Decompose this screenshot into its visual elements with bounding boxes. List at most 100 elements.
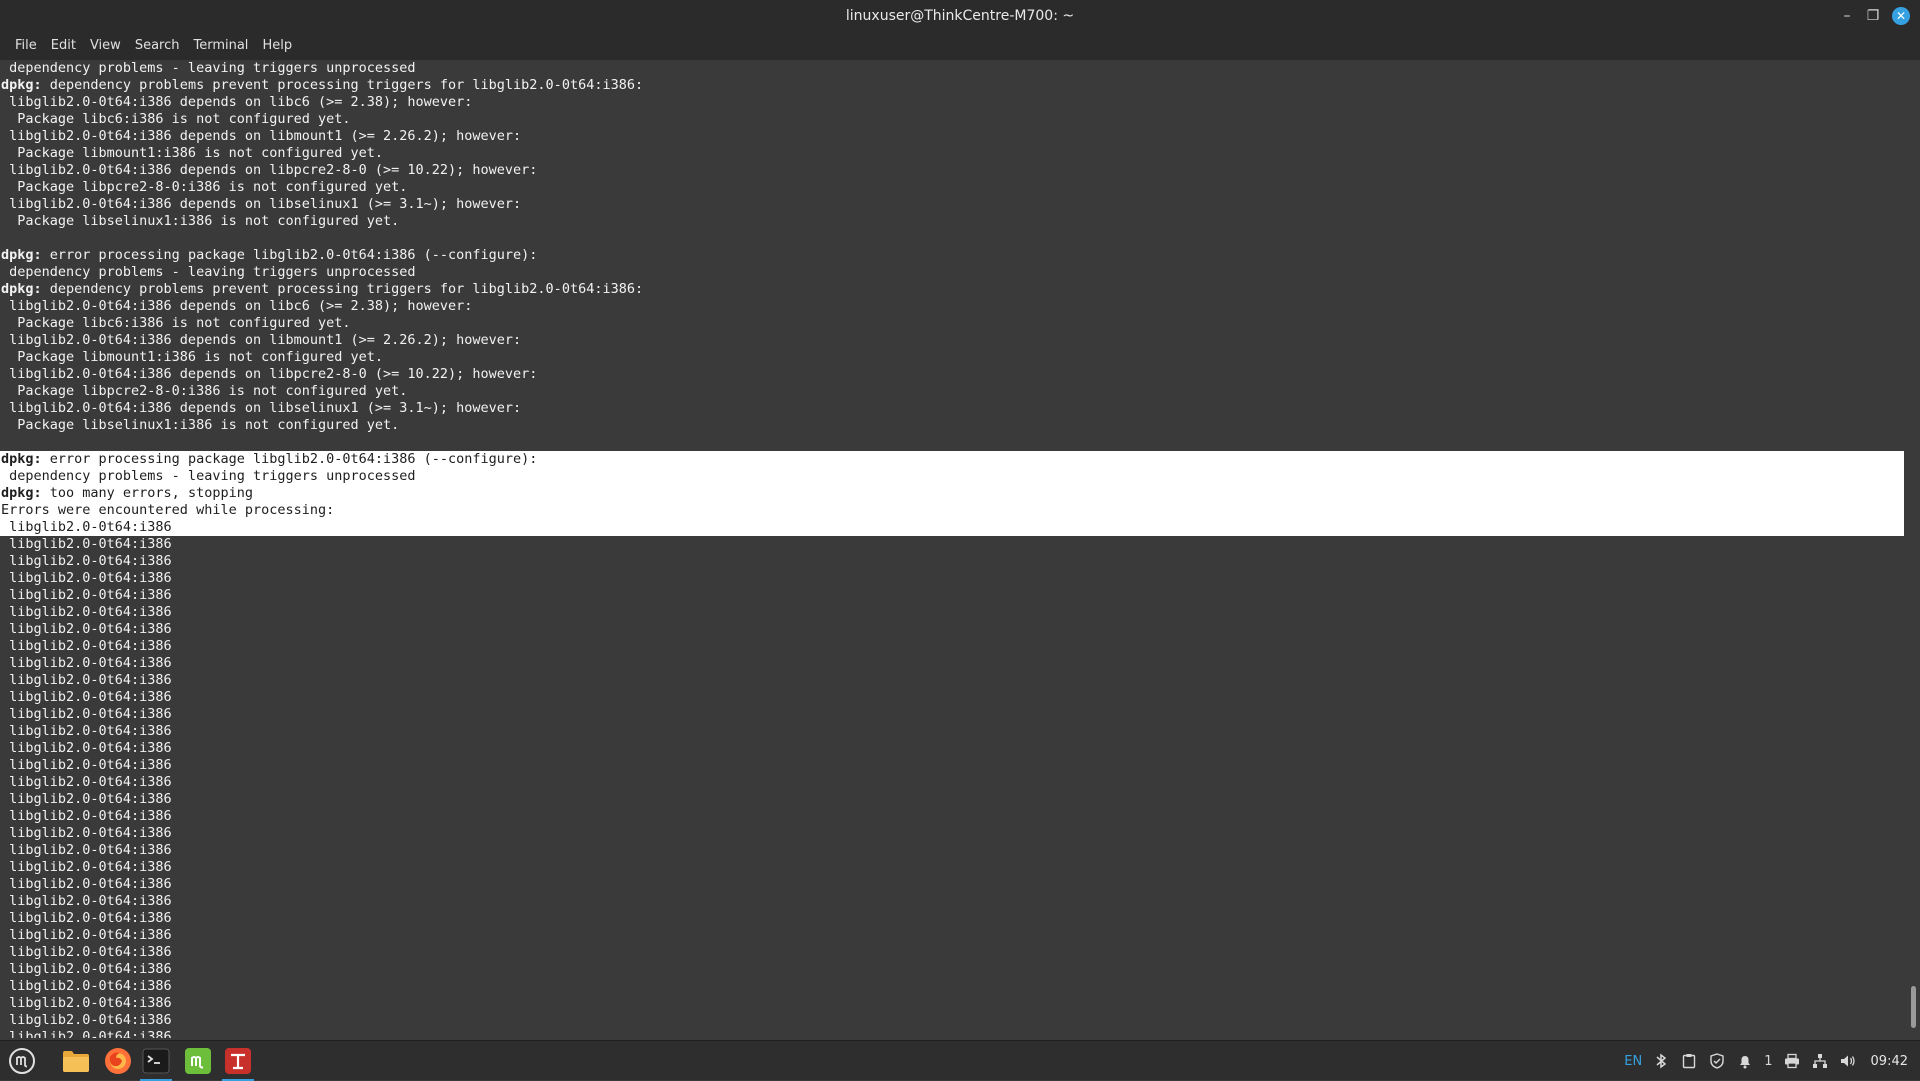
terminal-line: Package libc6:i386 is not configured yet… [0,111,1904,128]
line-text: libglib2.0-0t64:i386 [1,842,172,858]
menu-search[interactable]: Search [128,32,187,60]
line-text: Package libpcre2-8-0:i386 is not configu… [1,179,408,195]
terminal-line: Package libmount1:i386 is not configured… [0,349,1904,366]
terminal-line: libglib2.0-0t64:i386 [0,706,1904,723]
shield-icon[interactable] [1708,1052,1726,1070]
terminal-scrollbar[interactable] [1906,60,1920,1038]
files-launcher[interactable] [58,1044,94,1078]
terminal-line: libglib2.0-0t64:i386 [0,978,1904,995]
terminal-line: libglib2.0-0t64:i386 [0,910,1904,927]
line-text: libglib2.0-0t64:i386 [1,825,172,841]
terminal-line: libglib2.0-0t64:i386 [0,961,1904,978]
menu-edit[interactable]: Edit [44,32,83,60]
menu-terminal[interactable]: Terminal [186,32,255,60]
line-text: dependency problems prevent processing t… [41,77,644,93]
terminal-icon [142,1048,170,1074]
app-icon [225,1048,251,1074]
line-text: libglib2.0-0t64:i386 depends on libpcre2… [1,366,538,382]
line-text: libglib2.0-0t64:i386 [1,570,172,586]
line-text: dependency problems - leaving triggers u… [1,468,416,484]
line-text: libglib2.0-0t64:i386 [1,757,172,773]
terminal-line: libglib2.0-0t64:i386 depends on libpcre2… [0,162,1904,179]
line-text: libglib2.0-0t64:i386 depends on libc6 (>… [1,298,473,314]
terminal-line: libglib2.0-0t64:i386 [0,808,1904,825]
line-text: libglib2.0-0t64:i386 [1,791,172,807]
line-text: libglib2.0-0t64:i386 [1,978,172,994]
terminal-line: libglib2.0-0t64:i386 [0,1012,1904,1029]
menu-file[interactable]: File [8,32,44,60]
minimize-button[interactable]: – [1836,6,1858,26]
terminal-line: libglib2.0-0t64:i386 [0,689,1904,706]
terminal-line: libglib2.0-0t64:i386 [0,587,1904,604]
line-text: libglib2.0-0t64:i386 [1,774,172,790]
menu-button[interactable] [4,1044,40,1078]
firefox-launcher[interactable] [100,1044,136,1078]
line-text: libglib2.0-0t64:i386 depends on libmount… [1,332,522,348]
terminal-line: libglib2.0-0t64:i386 [0,621,1904,638]
terminal-line: libglib2.0-0t64:i386 [0,995,1904,1012]
line-text: libglib2.0-0t64:i386 [1,689,172,705]
line-text: Package libpcre2-8-0:i386 is not configu… [1,383,408,399]
line-text: error processing package libglib2.0-0t64… [41,451,538,467]
terminal-line: dpkg: dependency problems prevent proces… [0,281,1904,298]
clock[interactable]: 09:42 [1871,1054,1908,1069]
terminal-line: libglib2.0-0t64:i386 depends on libc6 (>… [0,298,1904,315]
terminal-line: libglib2.0-0t64:i386 [0,672,1904,689]
line-text: error processing package libglib2.0-0t64… [41,247,538,263]
line-text: Package libc6:i386 is not configured yet… [1,315,351,331]
mintupdate-launcher[interactable] [180,1044,216,1078]
clipboard-icon[interactable] [1680,1052,1698,1070]
dpkg-prefix: dpkg: [1,77,42,93]
terminal-output[interactable]: dependency problems - leaving triggers u… [0,60,1905,1038]
notifications-icon[interactable] [1736,1052,1754,1070]
terminal-line: libglib2.0-0t64:i386 [0,519,1904,536]
mint-menu-icon [9,1048,35,1074]
maximize-button[interactable]: ❐ [1862,6,1884,26]
line-text: libglib2.0-0t64:i386 [1,638,172,654]
terminal-line: libglib2.0-0t64:i386 depends on libmount… [0,332,1904,349]
app-launcher[interactable] [220,1044,256,1081]
line-text: Package libselinux1:i386 is not configur… [1,417,400,433]
line-text: libglib2.0-0t64:i386 [1,706,172,722]
bluetooth-icon[interactable] [1652,1052,1670,1070]
terminal-line: Package libc6:i386 is not configured yet… [0,315,1904,332]
terminal-line: libglib2.0-0t64:i386 [0,791,1904,808]
line-text: libglib2.0-0t64:i386 [1,655,172,671]
line-text: libglib2.0-0t64:i386 [1,876,172,892]
close-button[interactable]: ✕ [1892,7,1910,25]
line-text: Package libc6:i386 is not configured yet… [1,111,351,127]
menu-help[interactable]: Help [255,32,299,60]
taskbar: EN 1 09:42 [0,1040,1920,1081]
terminal-line: libglib2.0-0t64:i386 [0,740,1904,757]
folder-icon [63,1051,89,1072]
line-text: libglib2.0-0t64:i386 [1,536,172,552]
terminal-line: libglib2.0-0t64:i386 [0,570,1904,587]
terminal-line: Package libselinux1:i386 is not configur… [0,213,1904,230]
line-text: Package libselinux1:i386 is not configur… [1,213,400,229]
network-icon[interactable] [1811,1052,1829,1070]
scrollbar-thumb[interactable] [1911,986,1916,1028]
terminal-line: libglib2.0-0t64:i386 [0,1029,1904,1038]
system-tray: EN 1 09:42 [1624,1041,1908,1081]
title-bar: linuxuser@ThinkCentre-M700: ~ – ❐ ✕ [0,0,1920,32]
terminal-line: libglib2.0-0t64:i386 [0,842,1904,859]
keyboard-layout[interactable]: EN [1624,1054,1642,1069]
volume-icon[interactable] [1839,1052,1857,1070]
terminal-launcher[interactable] [138,1044,174,1081]
printer-icon[interactable] [1783,1052,1801,1070]
line-text: libglib2.0-0t64:i386 depends on libselin… [1,196,522,212]
line-text: libglib2.0-0t64:i386 [1,944,172,960]
terminal-line: libglib2.0-0t64:i386 depends on libmount… [0,128,1904,145]
terminal-line: Package libselinux1:i386 is not configur… [0,417,1904,434]
dpkg-prefix: dpkg: [1,247,42,263]
line-text: libglib2.0-0t64:i386 [1,1029,172,1038]
terminal-line: libglib2.0-0t64:i386 [0,774,1904,791]
window-title: linuxuser@ThinkCentre-M700: ~ [845,8,1075,24]
terminal-line: Errors were encountered while processing… [0,502,1904,519]
terminal-line: libglib2.0-0t64:i386 [0,825,1904,842]
menu-view[interactable]: View [83,32,128,60]
line-text: libglib2.0-0t64:i386 [1,672,172,688]
terminal-line: libglib2.0-0t64:i386 [0,638,1904,655]
